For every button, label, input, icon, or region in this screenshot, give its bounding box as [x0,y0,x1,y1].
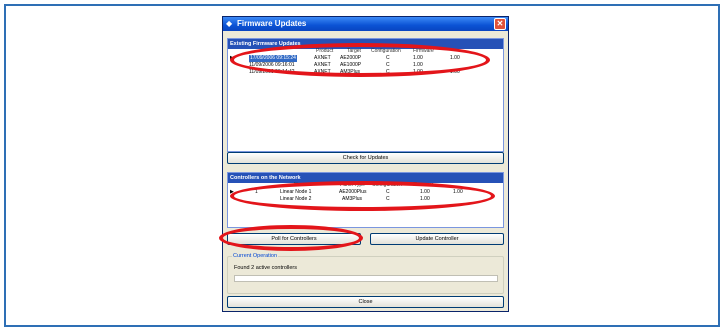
update-controller-button[interactable]: Update Controller [370,233,504,245]
current-operation-legend: Current Operation [232,253,279,259]
check-for-updates-button[interactable]: Check for Updates [227,152,504,164]
close-button[interactable]: Close [227,296,504,308]
highlight-oval-controllers [230,181,495,211]
progress-bar [234,275,498,282]
highlight-oval-firmware-row [230,43,490,77]
app-icon: ◆ [226,19,233,28]
window-title: Firmware Updates [237,19,307,28]
close-icon[interactable]: ✕ [494,18,506,30]
current-operation-text: Found 2 active controllers [234,265,297,271]
highlight-oval-poll-button [219,225,363,251]
title-bar[interactable]: ◆ Firmware Updates ✕ [223,17,508,31]
current-operation-group: Current Operation Found 2 active control… [227,253,504,294]
